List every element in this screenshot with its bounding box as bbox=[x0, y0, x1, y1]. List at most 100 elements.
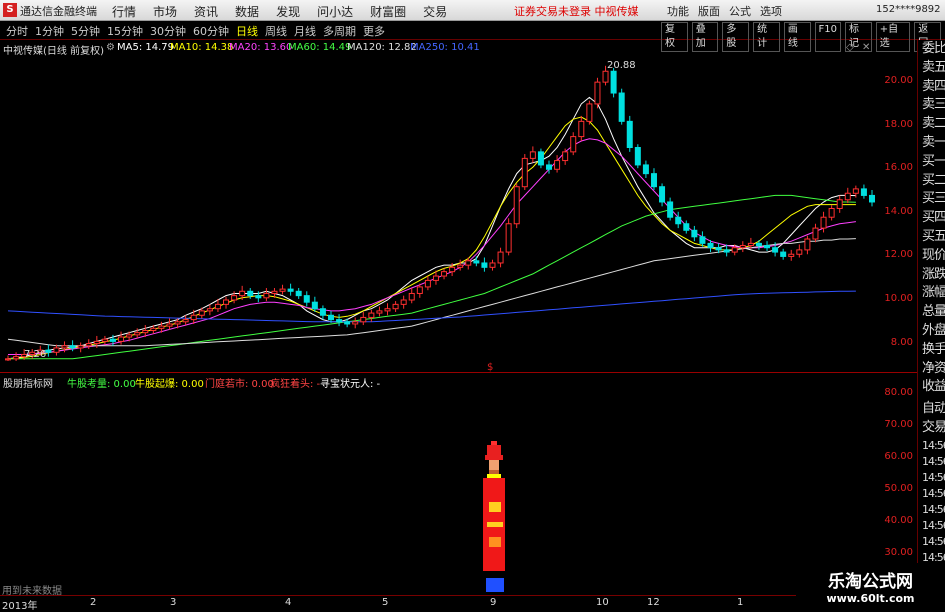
period-tab-daily[interactable]: 日线 bbox=[236, 23, 258, 39]
candle-body bbox=[134, 332, 141, 336]
period-tab[interactable]: 60分钟 bbox=[193, 23, 229, 39]
app-logo-icon: S bbox=[3, 3, 17, 17]
candle-body bbox=[384, 308, 391, 312]
candle-body bbox=[303, 295, 310, 303]
indicator-name[interactable]: 股朋指标网 bbox=[3, 375, 53, 390]
candle-body bbox=[392, 303, 399, 310]
menu-item[interactable]: 交易 bbox=[423, 3, 447, 20]
menu-item[interactable]: 资讯 bbox=[194, 3, 218, 20]
candle-body bbox=[788, 253, 795, 257]
tick-time: 14:56 bbox=[922, 470, 945, 484]
candle-body bbox=[513, 186, 520, 225]
quote-field-label: 换手 bbox=[922, 341, 945, 357]
menu-item[interactable]: 发现 bbox=[276, 3, 300, 20]
candle-body bbox=[529, 151, 536, 159]
ma-lines bbox=[7, 96, 856, 360]
candle-body bbox=[53, 347, 60, 353]
candle-body bbox=[667, 201, 674, 218]
user-account[interactable]: 152****9892 bbox=[876, 4, 941, 15]
candle-body bbox=[223, 299, 230, 305]
auto-trade-label: 自动 bbox=[922, 401, 945, 417]
candle-body bbox=[344, 321, 351, 325]
period-tab[interactable]: 月线 bbox=[294, 23, 316, 39]
watermark-url: www.60lt.com bbox=[826, 592, 915, 605]
price-tick-label: 20.00 bbox=[884, 75, 913, 87]
price-tick-label: 8.00 bbox=[890, 336, 913, 348]
candle-body bbox=[198, 310, 205, 316]
candle-body bbox=[473, 260, 480, 264]
candle-body bbox=[327, 314, 334, 321]
candle-body bbox=[239, 290, 246, 297]
indicator-figure-feet bbox=[486, 578, 504, 592]
candle-body bbox=[206, 308, 213, 312]
menu-item-formula[interactable]: 公式 bbox=[729, 3, 751, 19]
time-axis: 2013年 2 3 4 5 9 10 12 1 bbox=[0, 595, 876, 612]
candle-body bbox=[150, 327, 157, 332]
quote-field-label: 买五 bbox=[922, 228, 945, 244]
time-tick-label: 9 bbox=[490, 597, 497, 608]
menu-item-layout[interactable]: 版面 bbox=[698, 3, 720, 19]
site-watermark: 乐淘公式网 www.60lt.com bbox=[796, 563, 945, 609]
candle-body bbox=[618, 92, 625, 122]
candle-body bbox=[521, 157, 528, 188]
line-ma5 bbox=[7, 96, 856, 360]
candle-body bbox=[675, 216, 682, 225]
menu-item[interactable]: 市场 bbox=[153, 3, 177, 20]
candle-body bbox=[836, 199, 843, 210]
watermark-title: 乐淘公式网 bbox=[828, 572, 913, 592]
candle-body bbox=[546, 164, 553, 170]
main-chart-header: 中视传媒(日线 前复权) ⚙ MA5: 14.79 MA10: 14.38 MA… bbox=[0, 40, 876, 57]
settings-gear-icon[interactable]: ⚙ bbox=[106, 42, 115, 53]
ma20-label: MA20: 13.60 bbox=[229, 42, 293, 53]
candle-body bbox=[650, 173, 657, 188]
candle-body bbox=[634, 147, 641, 166]
indicator-chart[interactable] bbox=[0, 389, 876, 571]
line-ma250 bbox=[7, 290, 856, 323]
indicator-tick-label: 80.00 bbox=[884, 387, 913, 398]
candle-body bbox=[739, 245, 746, 249]
candle-body bbox=[586, 103, 593, 122]
candle-body bbox=[279, 288, 286, 292]
candle-body bbox=[190, 314, 197, 321]
candle-body bbox=[554, 160, 561, 170]
indicator-tick-label: 30.00 bbox=[884, 547, 913, 558]
indicator-tick-label: 50.00 bbox=[884, 483, 913, 494]
period-tab[interactable]: 分时 bbox=[6, 23, 28, 39]
menu-item[interactable]: 行情 bbox=[112, 3, 136, 20]
period-tab[interactable]: 5分钟 bbox=[71, 23, 100, 39]
period-tab[interactable]: 周线 bbox=[265, 23, 287, 39]
quote-field-label: 卖一 bbox=[922, 134, 945, 150]
time-tick-label: 2 bbox=[90, 597, 97, 608]
period-tab[interactable]: 1分钟 bbox=[35, 23, 64, 39]
menu-item-function[interactable]: 功能 bbox=[667, 3, 689, 19]
tick-time: 14:56 bbox=[922, 438, 945, 452]
menu-item-options[interactable]: 选项 bbox=[760, 3, 782, 19]
indicator-value: 疯狂着头: - bbox=[270, 379, 321, 390]
login-alert[interactable]: 证券交易未登录 中视传媒 bbox=[514, 3, 639, 19]
candle-body bbox=[255, 295, 262, 299]
candle-body bbox=[295, 290, 302, 297]
low-price-label: 7.26 bbox=[24, 349, 46, 360]
close-icon[interactable]: ✕ bbox=[862, 42, 870, 53]
expand-icon[interactable]: ◇ bbox=[846, 42, 854, 53]
candle-body bbox=[820, 216, 827, 229]
tool-button-add-favorite[interactable]: +自选 bbox=[875, 22, 911, 52]
menu-item[interactable]: 问小达 bbox=[317, 3, 353, 20]
candle-body bbox=[319, 308, 326, 316]
quote-field-label: 委比 bbox=[922, 41, 945, 56]
indicator-value: 牛股考量: 0.00 bbox=[67, 379, 136, 390]
candlestick-chart[interactable]: 20.88 7.26 bbox=[0, 56, 876, 361]
candle-body bbox=[602, 70, 609, 83]
candle-body bbox=[77, 345, 84, 349]
period-tab-more[interactable]: 更多 bbox=[363, 23, 385, 39]
period-tab[interactable]: 15分钟 bbox=[107, 23, 143, 39]
candle-body bbox=[659, 186, 666, 203]
time-tick-label: 1 bbox=[737, 597, 744, 608]
candle-body bbox=[182, 319, 189, 323]
menu-item[interactable]: 财富圈 bbox=[370, 3, 406, 20]
candle-body bbox=[166, 323, 173, 327]
period-tab[interactable]: 30分钟 bbox=[150, 23, 186, 39]
menu-item[interactable]: 数据 bbox=[235, 3, 259, 20]
indicator-tick-label: 60.00 bbox=[884, 451, 913, 462]
period-tab[interactable]: 多周期 bbox=[323, 23, 356, 39]
